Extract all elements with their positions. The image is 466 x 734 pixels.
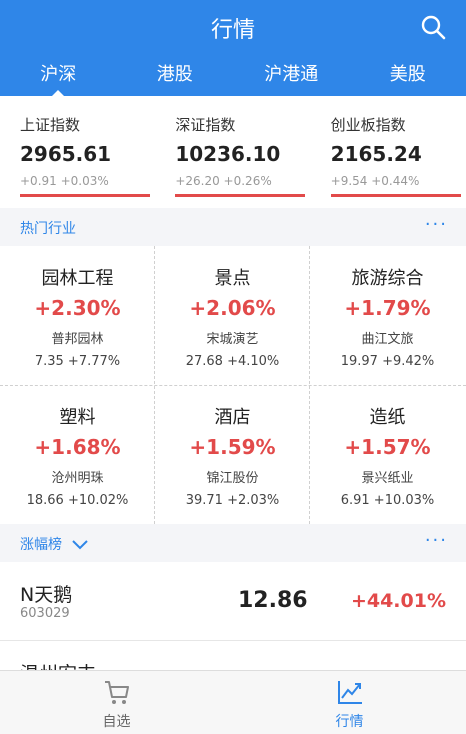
sector-name: 造纸 [310, 403, 465, 429]
leading-stock: 普邦园林 [0, 328, 155, 347]
index-card-shenzhen[interactable]: 深证指数 10236.10 +26.20 +0.26% [155, 96, 310, 208]
app-header: 行情 [0, 0, 466, 54]
page-title: 行情 [0, 12, 466, 44]
grid-divider [0, 385, 466, 386]
index-name: 创业板指数 [331, 114, 406, 135]
index-name: 深证指数 [175, 114, 235, 135]
sector-change: +1.59% [155, 435, 310, 459]
index-name: 上证指数 [20, 114, 80, 135]
leading-stock: 曲江文旅 [310, 328, 465, 347]
sector-cell[interactable]: 旅游综合 +1.79% 曲江文旅 19.97 +9.42% [310, 246, 465, 385]
nav-label: 行情 [233, 711, 466, 731]
index-card-shanghai[interactable]: 上证指数 2965.61 +0.91 +0.03% [0, 96, 155, 208]
tab-hk-stocks[interactable]: 港股 [117, 54, 234, 96]
index-change: +0.91 +0.03% [20, 174, 109, 188]
leading-stock-detail: 7.35 +7.77% [0, 354, 155, 369]
trend-chart-icon [335, 677, 365, 707]
index-trend-bar [20, 194, 150, 197]
market-tabs: 沪深 港股 沪港通 美股 [0, 54, 466, 96]
index-value: 2965.61 [20, 142, 111, 166]
leading-stock: 锦江股份 [155, 467, 310, 486]
tab-shanghai-hk-connect[interactable]: 沪港通 [233, 54, 350, 96]
leading-stock: 宋城演艺 [155, 328, 310, 347]
nav-market[interactable]: 行情 [233, 671, 466, 734]
stock-code: 603029 [20, 606, 70, 621]
sector-change: +1.57% [310, 435, 465, 459]
section-title: 涨幅榜 [20, 537, 62, 553]
gainers-header: 涨幅榜 ··· [0, 524, 466, 562]
sector-cell[interactable]: 酒店 +1.59% 锦江股份 39.71 +2.03% [155, 385, 310, 524]
sector-change: +2.06% [155, 296, 310, 320]
section-title: 热门行业 [20, 218, 76, 238]
sector-name: 酒店 [155, 403, 310, 429]
sector-cell[interactable]: 造纸 +1.57% 景兴纸业 6.91 +10.03% [310, 385, 465, 524]
index-trend-bar [175, 194, 305, 197]
index-change: +9.54 +0.44% [331, 174, 420, 188]
sector-change: +1.79% [310, 296, 465, 320]
sector-change: +2.30% [0, 296, 155, 320]
nav-label: 自选 [0, 711, 233, 731]
index-card-chinext[interactable]: 创业板指数 2165.24 +9.54 +0.44% [311, 96, 466, 208]
gainers-dropdown[interactable]: 涨幅榜 [20, 534, 88, 554]
more-options-icon[interactable]: ··· [425, 530, 448, 551]
chevron-down-icon [72, 540, 88, 550]
leading-stock: 沧州明珠 [0, 467, 155, 486]
sector-cell[interactable]: 景点 +2.06% 宋城演艺 27.68 +4.10% [155, 246, 310, 385]
sector-name: 园林工程 [0, 264, 155, 290]
tab-us-stocks[interactable]: 美股 [350, 54, 466, 96]
leading-stock-detail: 19.97 +9.42% [310, 354, 465, 369]
leading-stock-detail: 27.68 +4.10% [155, 354, 310, 369]
search-icon[interactable] [420, 14, 446, 40]
stock-name: N天鹅 [20, 580, 72, 607]
sector-cell[interactable]: 园林工程 +2.30% 普邦园林 7.35 +7.77% [0, 246, 155, 385]
cart-icon [102, 677, 132, 707]
nav-watchlist[interactable]: 自选 [0, 671, 233, 734]
sector-name: 塑料 [0, 403, 155, 429]
index-summary: 上证指数 2965.61 +0.91 +0.03% 深证指数 10236.10 … [0, 96, 466, 208]
index-change: +26.20 +0.26% [175, 174, 271, 188]
leading-stock-detail: 39.71 +2.03% [155, 493, 310, 508]
index-trend-bar [331, 194, 461, 197]
sector-name: 旅游综合 [310, 264, 465, 290]
sector-cell[interactable]: 塑料 +1.68% 沧州明珠 18.66 +10.02% [0, 385, 155, 524]
leading-stock-detail: 6.91 +10.03% [310, 493, 465, 508]
hot-sectors-grid: 园林工程 +2.30% 普邦园林 7.35 +7.77% 景点 +2.06% 宋… [0, 246, 466, 524]
stock-price: 12.86 [238, 588, 308, 613]
index-value: 10236.10 [175, 142, 280, 166]
stock-row[interactable]: N天鹅 603029 12.86 +44.01% [0, 562, 466, 641]
more-options-icon[interactable]: ··· [425, 214, 448, 235]
tab-hushen[interactable]: 沪深 [0, 54, 117, 96]
sector-name: 景点 [155, 264, 310, 290]
sector-change: +1.68% [0, 435, 155, 459]
leading-stock-detail: 18.66 +10.02% [0, 493, 155, 508]
leading-stock: 景兴纸业 [310, 467, 465, 486]
hot-sectors-header: 热门行业 ··· [0, 208, 466, 246]
stock-change: +44.01% [351, 590, 446, 612]
bottom-navigation: 自选 行情 [0, 670, 466, 734]
index-value: 2165.24 [331, 142, 422, 166]
